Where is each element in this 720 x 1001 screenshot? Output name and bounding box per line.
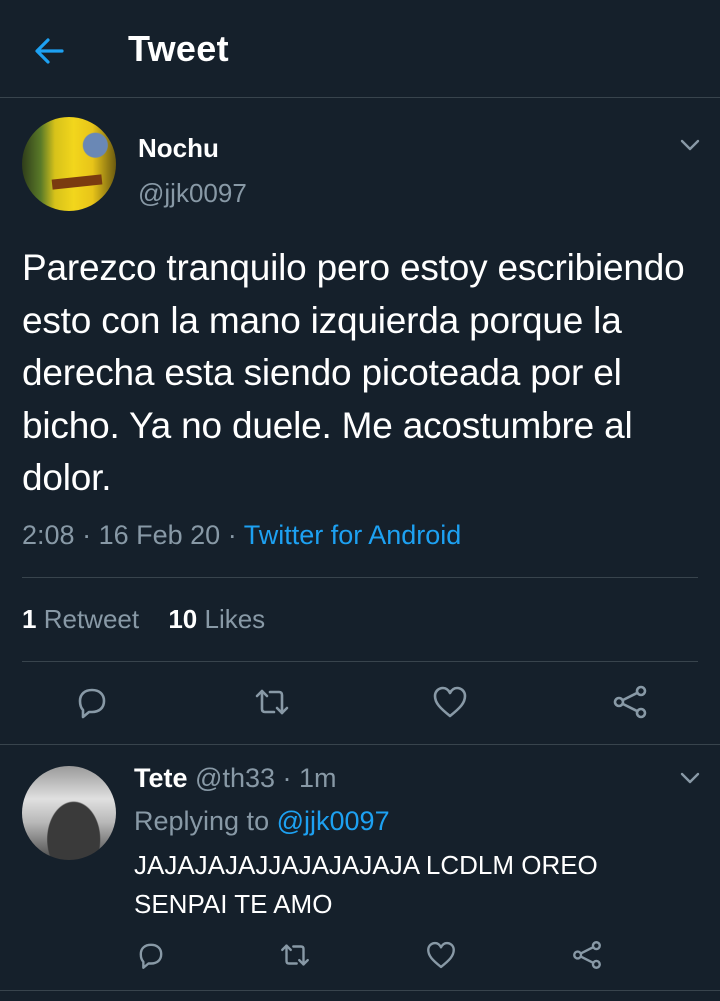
replying-to: Replying to @jjk0097 <box>134 806 390 837</box>
retweet-icon[interactable] <box>252 682 292 722</box>
top-bar: Tweet <box>0 0 720 98</box>
reply-time: 1m <box>299 763 337 793</box>
divider <box>22 577 698 578</box>
reply-icon[interactable] <box>134 938 168 972</box>
tweet-stats: 1 Retweet 10 Likes <box>22 604 265 635</box>
author-handle[interactable]: @jjk0097 <box>138 178 247 209</box>
chevron-down-icon[interactable] <box>678 766 702 790</box>
section-divider <box>0 744 720 745</box>
page-title: Tweet <box>128 28 229 69</box>
like-icon[interactable] <box>424 938 458 972</box>
likes-stat[interactable]: 10 Likes <box>168 604 265 634</box>
retweets-count: 1 <box>22 604 37 634</box>
tweet-text: Parezco tranquilo pero estoy escribiendo… <box>22 247 685 498</box>
author-avatar[interactable] <box>22 117 116 211</box>
meta-separator: · <box>82 520 99 550</box>
tweet-date: 16 Feb 20 <box>98 520 221 550</box>
reply-author-avatar[interactable] <box>22 766 116 860</box>
chevron-down-icon[interactable] <box>678 133 702 157</box>
avatar-detail <box>51 174 103 190</box>
reply-icon[interactable] <box>72 682 112 722</box>
share-icon[interactable] <box>610 682 650 722</box>
likes-label: Likes <box>204 604 266 634</box>
tweet-meta: 2:08 · 16 Feb 20 · Twitter for Android <box>22 520 461 551</box>
meta-separator: · <box>227 520 244 550</box>
retweets-label: Retweet <box>43 604 140 634</box>
like-icon[interactable] <box>430 682 470 722</box>
reply-author-name[interactable]: Tete <box>134 763 188 793</box>
likes-count: 10 <box>168 604 198 634</box>
replying-prefix: Replying to <box>134 806 270 836</box>
reply-separator: · <box>282 763 292 793</box>
share-icon[interactable] <box>570 938 604 972</box>
reply-header: Tete @th33 · 1m <box>134 763 337 794</box>
replying-mention-link[interactable]: @jjk0097 <box>277 806 390 836</box>
tweet-time: 2:08 <box>22 520 75 550</box>
author-name[interactable]: Nochu <box>138 133 219 164</box>
tweet-source-link[interactable]: Twitter for Android <box>244 520 462 550</box>
divider <box>22 661 698 662</box>
retweets-stat[interactable]: 1 Retweet <box>22 604 139 634</box>
reply-author-handle[interactable]: @th33 <box>195 763 275 793</box>
reply-text: JAJAJAJAJJAJAJAJAJA LCDLM OREO SENPAI TE… <box>134 850 598 919</box>
retweet-icon[interactable] <box>278 938 312 972</box>
section-divider <box>0 990 720 991</box>
back-arrow-icon[interactable] <box>28 30 70 72</box>
